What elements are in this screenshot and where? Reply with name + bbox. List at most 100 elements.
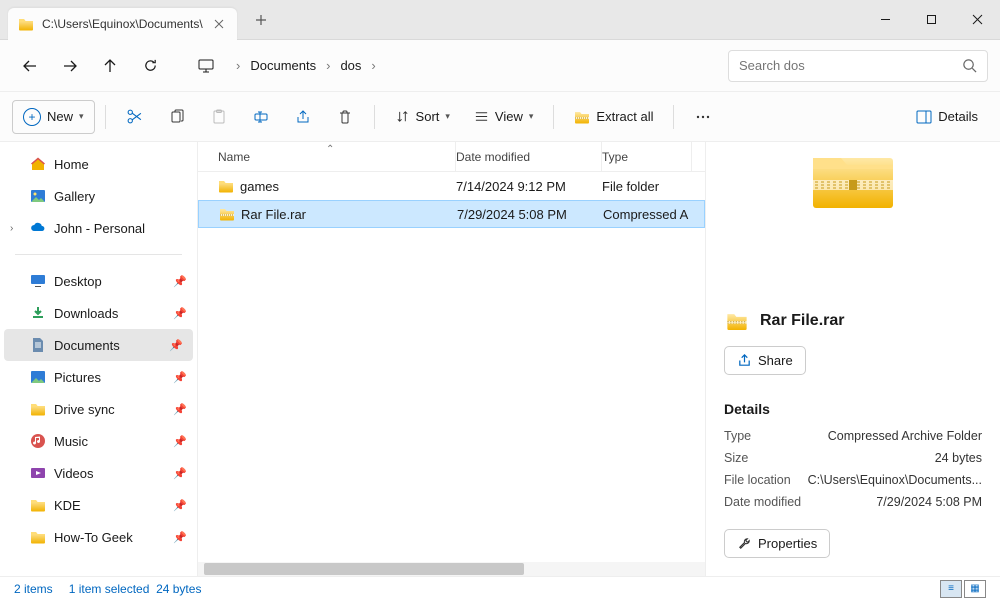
- rename-button[interactable]: [242, 100, 280, 134]
- more-button[interactable]: [684, 100, 722, 134]
- detail-modified: Date modified7/29/2024 5:08 PM: [724, 495, 982, 509]
- new-label: New: [47, 109, 73, 124]
- chevron-down-icon: ▾: [445, 111, 450, 122]
- details-pane-icon: [916, 109, 932, 125]
- pin-icon: 📌: [173, 467, 187, 480]
- details-pane-button[interactable]: Details: [906, 100, 988, 134]
- chevron-down-icon: ▾: [529, 111, 534, 122]
- copy-button[interactable]: [158, 100, 196, 134]
- forward-button[interactable]: [52, 48, 88, 84]
- location-root-button[interactable]: [188, 48, 224, 84]
- share-icon: [295, 109, 311, 125]
- wrench-icon: [737, 536, 752, 551]
- chevron-right-icon: ›: [371, 58, 375, 73]
- refresh-icon: [143, 58, 158, 73]
- search-input[interactable]: [739, 58, 954, 73]
- separator: [553, 105, 554, 129]
- sidebar-item-onedrive[interactable]: › John - Personal: [0, 212, 197, 244]
- new-button[interactable]: + New ▾: [12, 100, 95, 134]
- sidebar-item-pictures[interactable]: Pictures📌: [0, 361, 197, 393]
- breadcrumb: › Documents › dos ›: [236, 54, 724, 77]
- detail-type: TypeCompressed Archive Folder: [724, 429, 982, 443]
- extract-icon: [574, 109, 590, 125]
- breadcrumb-documents[interactable]: Documents: [242, 54, 324, 77]
- close-window-button[interactable]: [954, 0, 1000, 40]
- delete-button[interactable]: [326, 100, 364, 134]
- up-button[interactable]: [92, 48, 128, 84]
- column-header-type[interactable]: Type: [602, 142, 692, 171]
- tab-close-button[interactable]: [211, 16, 227, 32]
- new-tab-button[interactable]: [247, 6, 275, 34]
- column-headers: ⌃ Name Date modified Type: [198, 142, 705, 172]
- desktop-icon: [30, 273, 46, 289]
- separator: [673, 105, 674, 129]
- sidebar-item-drivesync[interactable]: Drive sync📌: [0, 393, 197, 425]
- navbar: › Documents › dos ›: [0, 40, 1000, 92]
- chevron-down-icon: ▾: [79, 111, 84, 122]
- sidebar-item-music[interactable]: Music📌: [0, 425, 197, 457]
- detail-location: File locationC:\Users\Equinox\Documents.…: [724, 473, 982, 487]
- copy-icon: [169, 109, 185, 125]
- folder-icon: [18, 16, 34, 32]
- breadcrumb-dos[interactable]: dos: [332, 54, 369, 77]
- document-icon: [30, 337, 46, 353]
- sidebar-item-videos[interactable]: Videos📌: [0, 457, 197, 489]
- window-tab[interactable]: C:\Users\Equinox\Documents\: [8, 8, 237, 40]
- column-header-date[interactable]: Date modified: [456, 142, 602, 171]
- sidebar-item-home[interactable]: Home: [0, 148, 197, 180]
- home-icon: [30, 156, 46, 172]
- share-button[interactable]: Share: [724, 346, 806, 375]
- view-button[interactable]: View ▾: [464, 100, 543, 134]
- separator: [15, 254, 182, 255]
- separator: [374, 105, 375, 129]
- sidebar-item-documents[interactable]: Documents📌: [4, 329, 193, 361]
- refresh-button[interactable]: [132, 48, 168, 84]
- gallery-icon: [30, 188, 46, 204]
- main-content: Home Gallery › John - Personal Desktop📌 …: [0, 142, 1000, 576]
- thumbnails-view-toggle[interactable]: ▦: [964, 580, 986, 598]
- minimize-icon: [880, 14, 891, 25]
- sidebar-item-desktop[interactable]: Desktop📌: [0, 265, 197, 297]
- maximize-icon: [926, 14, 937, 25]
- maximize-button[interactable]: [908, 0, 954, 40]
- file-list[interactable]: ⌃ Name Date modified Type games 7/14/202…: [198, 142, 705, 576]
- sidebar-item-downloads[interactable]: Downloads📌: [0, 297, 197, 329]
- scrollbar-thumb[interactable]: [204, 563, 524, 575]
- close-icon: [972, 14, 983, 25]
- view-label: View: [495, 109, 523, 124]
- share-button[interactable]: [284, 100, 322, 134]
- extract-all-button[interactable]: Extract all: [564, 100, 663, 134]
- sort-indicator-icon: ⌃: [326, 144, 334, 155]
- ellipsis-icon: [695, 109, 711, 125]
- paste-button[interactable]: [200, 100, 238, 134]
- arrow-up-icon: [102, 58, 118, 74]
- sidebar-item-kde[interactable]: KDE📌: [0, 489, 197, 521]
- pin-icon: 📌: [169, 339, 183, 352]
- search-box[interactable]: [728, 50, 988, 82]
- status-selection: 1 item selected 24 bytes: [69, 582, 202, 596]
- zip-icon: [219, 206, 235, 222]
- pin-icon: 📌: [173, 275, 187, 288]
- back-button[interactable]: [12, 48, 48, 84]
- details-view-toggle[interactable]: ≡: [940, 580, 962, 598]
- file-preview-icon: [811, 152, 895, 210]
- file-row[interactable]: Rar File.rar 7/29/2024 5:08 PM Compresse…: [198, 200, 705, 228]
- pin-icon: 📌: [173, 371, 187, 384]
- search-icon: [962, 58, 977, 73]
- horizontal-scrollbar[interactable]: [198, 562, 705, 576]
- minimize-button[interactable]: [862, 0, 908, 40]
- rename-icon: [253, 109, 269, 125]
- sort-button[interactable]: Sort ▾: [385, 100, 460, 134]
- share-icon: [737, 353, 752, 368]
- properties-button[interactable]: Properties: [724, 529, 830, 558]
- folder-icon: [30, 401, 46, 417]
- chevron-right-icon: ›: [326, 58, 330, 73]
- sidebar-item-gallery[interactable]: Gallery: [0, 180, 197, 212]
- cut-button[interactable]: [116, 100, 154, 134]
- file-row[interactable]: games 7/14/2024 9:12 PM File folder: [198, 172, 705, 200]
- folder-icon: [30, 497, 46, 513]
- paste-icon: [211, 109, 227, 125]
- detail-size: Size24 bytes: [724, 451, 982, 465]
- folder-icon: [218, 178, 234, 194]
- sidebar-item-htg[interactable]: How-To Geek📌: [0, 521, 197, 553]
